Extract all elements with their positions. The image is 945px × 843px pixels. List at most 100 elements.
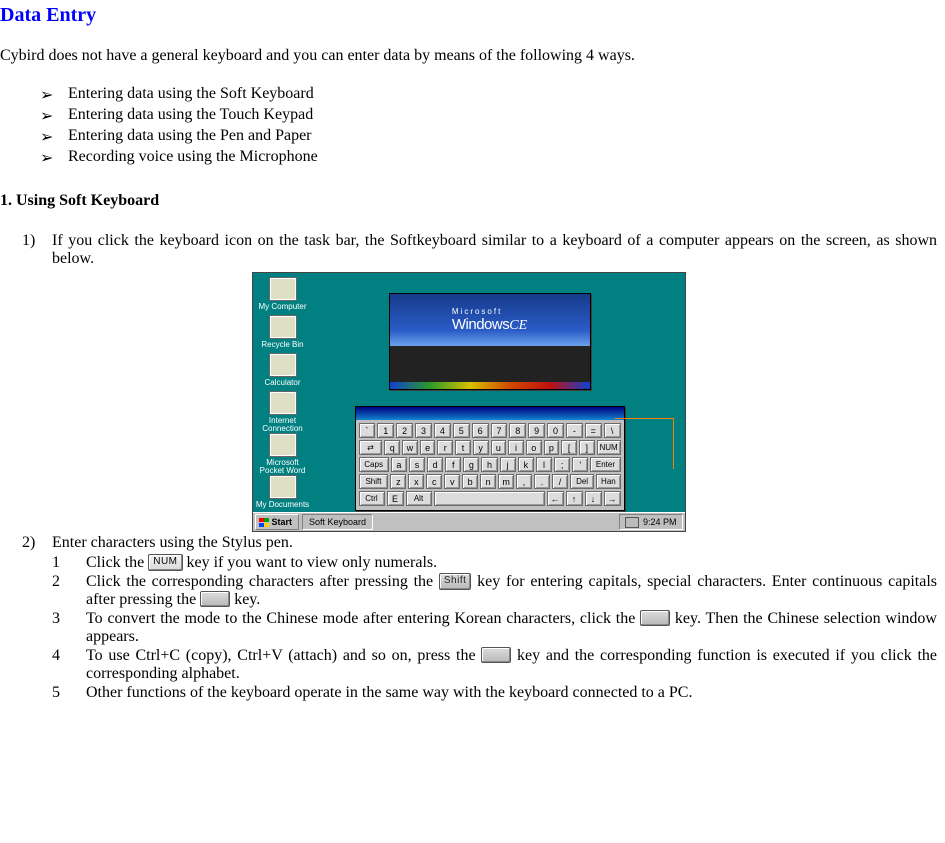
soft-key[interactable]: h <box>481 457 497 472</box>
soft-key[interactable]: Ctrl <box>359 491 385 506</box>
soft-key[interactable]: Han <box>596 474 620 489</box>
page-title: Data Entry <box>0 4 937 27</box>
soft-key[interactable]: d <box>427 457 443 472</box>
soft-key[interactable]: t <box>455 440 471 455</box>
soft-key[interactable]: 1 <box>377 423 394 438</box>
soft-key[interactable]: 8 <box>509 423 526 438</box>
system-tray: 9:24 PM <box>619 514 683 530</box>
recycle-icon <box>269 315 297 339</box>
soft-key[interactable]: g <box>463 457 479 472</box>
taskbar-task[interactable]: Soft Keyboard <box>302 514 373 530</box>
soft-key[interactable]: [ <box>561 440 577 455</box>
soft-key[interactable]: , <box>516 474 532 489</box>
soft-key[interactable]: z <box>390 474 406 489</box>
item-text: To use Ctrl+C (copy), Ctrl+V (attach) an… <box>86 647 937 683</box>
soft-key[interactable]: ⇄ <box>359 440 383 455</box>
word-icon <box>269 433 297 457</box>
item-number: 3 <box>52 610 86 628</box>
soft-key[interactable]: o <box>526 440 542 455</box>
soft-key[interactable]: r <box>437 440 453 455</box>
soft-key[interactable]: ← <box>547 491 564 506</box>
soft-key[interactable]: ] <box>579 440 595 455</box>
soft-key[interactable]: n <box>480 474 496 489</box>
list-item: ➢Recording voice using the Microphone <box>0 148 937 168</box>
soft-key[interactable]: s <box>409 457 425 472</box>
soft-key[interactable]: 5 <box>453 423 470 438</box>
bullet-list: ➢Entering data using the Soft Keyboard ➢… <box>0 85 937 168</box>
start-button[interactable]: Start <box>255 514 300 530</box>
soft-key[interactable]: 4 <box>434 423 451 438</box>
shift-key-icon: Shift <box>439 573 472 590</box>
soft-key[interactable]: Shift <box>359 474 389 489</box>
screenshot-desktop: My Computer Recycle Bin Calculator Inter… <box>252 272 686 532</box>
item-number: 1) <box>22 232 52 250</box>
section-heading: 1. Using Soft Keyboard <box>0 192 937 210</box>
soft-key[interactable]: ` <box>359 423 376 438</box>
soft-key[interactable]: y <box>473 440 489 455</box>
desktop-icon: My Computer <box>255 277 311 311</box>
item-number: 2 <box>52 573 86 591</box>
windows-logo-icon <box>259 518 269 527</box>
taskbar: Start Soft Keyboard 9:24 PM <box>253 512 685 531</box>
sub-item-1: 1 Click the NUM key if you want to view … <box>0 554 937 572</box>
item-text: Enter characters using the Stylus pen. <box>52 534 937 552</box>
soft-key[interactable]: u <box>491 440 507 455</box>
soft-key[interactable]: e <box>420 440 436 455</box>
soft-key[interactable]: b <box>462 474 478 489</box>
soft-key[interactable]: 0 <box>547 423 564 438</box>
bullet-icon: ➢ <box>40 127 68 147</box>
soft-key[interactable]: 7 <box>491 423 508 438</box>
soft-key[interactable]: 2 <box>396 423 413 438</box>
num-key-icon: NUM <box>148 554 182 571</box>
item-number: 1 <box>52 554 86 572</box>
item-number: 4 <box>52 647 86 665</box>
soft-key[interactable]: ↑ <box>566 491 583 506</box>
item-number: 2) <box>22 534 52 552</box>
soft-key[interactable]: x <box>408 474 424 489</box>
soft-key[interactable]: \ <box>604 423 621 438</box>
soft-key[interactable]: m <box>498 474 514 489</box>
soft-key[interactable]: 9 <box>528 423 545 438</box>
soft-key[interactable]: ; <box>554 457 570 472</box>
list-item: ➢Entering data using the Soft Keyboard <box>0 85 937 105</box>
soft-key[interactable]: Caps <box>359 457 389 472</box>
soft-key[interactable]: f <box>445 457 461 472</box>
soft-key[interactable]: - <box>566 423 583 438</box>
desktop-icon: Calculator <box>255 353 311 387</box>
keyboard-tray-icon[interactable] <box>625 517 639 528</box>
desktop-icon: My Documents <box>255 475 311 509</box>
soft-key[interactable]: a <box>391 457 407 472</box>
soft-key[interactable]: 6 <box>472 423 489 438</box>
soft-key[interactable]: Enter <box>590 457 620 472</box>
desktop-icon: Internet Connection <box>255 391 311 434</box>
soft-key[interactable]: → <box>604 491 621 506</box>
soft-key[interactable]: ↓ <box>585 491 602 506</box>
soft-key[interactable]: l <box>536 457 552 472</box>
list-item: ➢Entering data using the Touch Keypad <box>0 106 937 126</box>
soft-key[interactable]: c <box>426 474 442 489</box>
sub-item-4: 4 To use Ctrl+C (copy), Ctrl+V (attach) … <box>0 647 937 683</box>
item-text: To convert the mode to the Chinese mode … <box>86 610 937 646</box>
soft-key[interactable]: p <box>544 440 560 455</box>
soft-key[interactable]: Alt <box>406 491 432 506</box>
sub-item-5: 5 Other functions of the keyboard operat… <box>0 684 937 702</box>
soft-key[interactable]: q <box>384 440 400 455</box>
soft-key[interactable]: i <box>508 440 524 455</box>
soft-key[interactable]: . <box>534 474 550 489</box>
computer-icon <box>269 277 297 301</box>
soft-key[interactable]: v <box>444 474 460 489</box>
soft-key[interactable]: j <box>500 457 516 472</box>
soft-key[interactable]: ' <box>572 457 588 472</box>
soft-key[interactable] <box>434 491 545 506</box>
soft-key[interactable]: w <box>402 440 418 455</box>
soft-key[interactable]: E <box>387 491 404 506</box>
sub-item-2: 2 Click the corresponding characters aft… <box>0 573 937 609</box>
soft-key[interactable]: Del <box>570 474 594 489</box>
soft-key[interactable]: = <box>585 423 602 438</box>
soft-key[interactable]: NUM <box>597 440 621 455</box>
soft-key[interactable]: / <box>552 474 568 489</box>
soft-key[interactable]: 3 <box>415 423 432 438</box>
window-titlebar <box>356 407 624 420</box>
chinese-key-icon <box>640 610 670 626</box>
soft-key[interactable]: k <box>518 457 534 472</box>
